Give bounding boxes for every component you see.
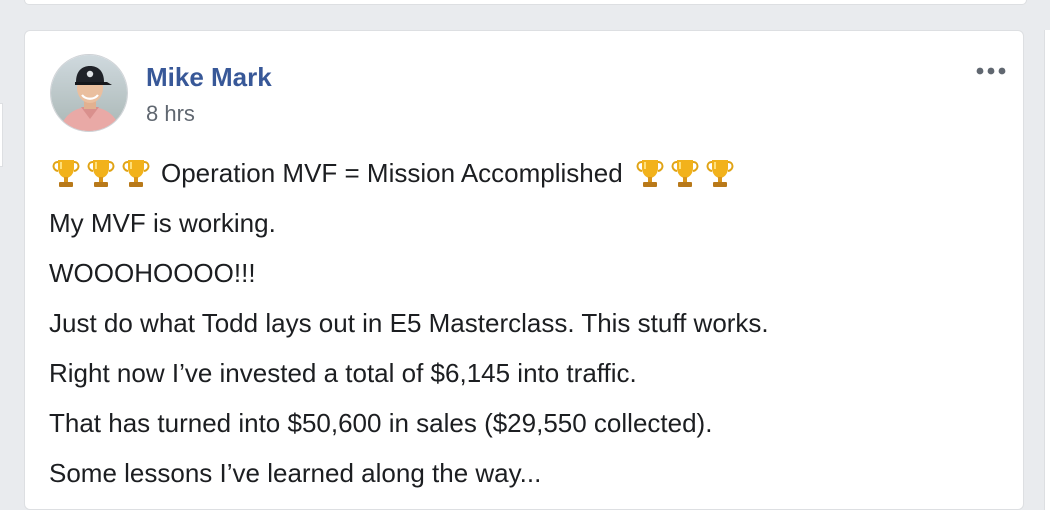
trophy-group-right xyxy=(633,156,737,190)
trophy-icon xyxy=(49,156,83,190)
post-headline: Operation MVF = Mission Accomplished xyxy=(49,148,1009,198)
trophy-group-left xyxy=(49,156,153,190)
post-line: Right now I’ve invested a total of $6,14… xyxy=(49,358,637,388)
post-timestamp[interactable]: 8 hrs xyxy=(146,101,195,127)
post-line: That has turned into $50,600 in sales ($… xyxy=(49,408,713,438)
post-line: My MVF is working. xyxy=(49,208,276,238)
trophy-icon xyxy=(703,156,737,190)
trophy-icon xyxy=(84,156,118,190)
trophy-icon xyxy=(668,156,702,190)
post-line: Some lessons I’ve learned along the way.… xyxy=(49,458,542,488)
post-line: Just do what Todd lays out in E5 Masterc… xyxy=(49,308,769,338)
more-options-icon[interactable] xyxy=(971,59,1011,83)
side-panel-edge xyxy=(0,103,3,167)
adjacent-panel-edge xyxy=(1044,30,1050,510)
post-body: Operation MVF = Mission Accomplished My … xyxy=(49,148,1009,498)
author-name[interactable]: Mike Mark xyxy=(146,62,272,92)
post-card: Mike Mark 8 hrs Operation MVF = Mission … xyxy=(24,30,1024,510)
post-headline-text: Operation MVF = Mission Accomplished xyxy=(161,158,623,188)
avatar-photo xyxy=(51,55,127,131)
author-avatar[interactable] xyxy=(50,54,128,132)
previous-post-card xyxy=(24,0,1027,5)
trophy-icon xyxy=(633,156,667,190)
post-line: WOOOHOOOO!!! xyxy=(49,258,256,288)
trophy-icon xyxy=(119,156,153,190)
